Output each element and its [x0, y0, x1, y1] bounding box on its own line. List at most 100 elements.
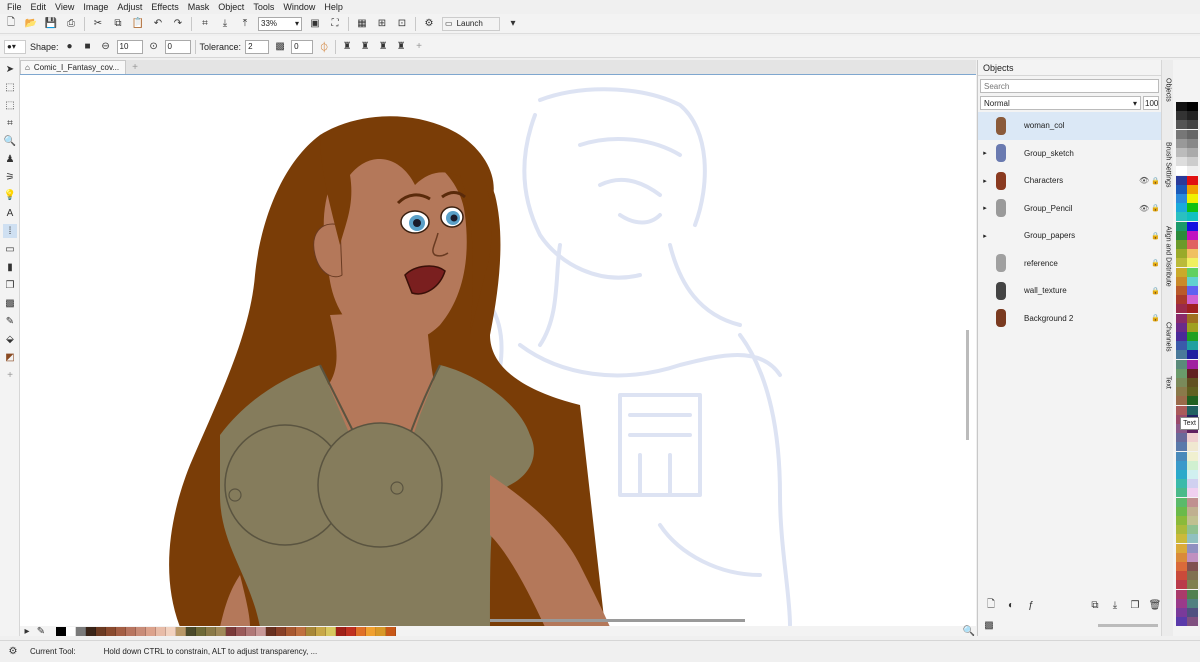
palette-color-swatch[interactable]: [1176, 332, 1187, 341]
palette-color-swatch[interactable]: [1187, 276, 1198, 286]
palette-color-swatch[interactable]: [1176, 175, 1187, 185]
palette-color-swatch[interactable]: [1176, 111, 1187, 121]
palette-menu-icon[interactable]: ▸: [20, 624, 34, 638]
palette-color-swatch[interactable]: [1187, 212, 1198, 222]
add-tool-icon[interactable]: +: [3, 368, 17, 382]
layer-row[interactable]: ▸ Group_papers 🔒: [978, 222, 1161, 250]
palette-eyedropper-icon[interactable]: ✎: [34, 624, 48, 638]
palette-color-swatch[interactable]: [1187, 359, 1198, 369]
palette-color-swatch[interactable]: [1187, 295, 1198, 305]
palette-color-swatch[interactable]: [1187, 405, 1198, 415]
delete-trash-icon[interactable]: 🗑: [1148, 598, 1162, 612]
expand-arrow-icon[interactable]: ▸: [978, 149, 992, 157]
menu-help[interactable]: Help: [324, 2, 343, 12]
fill-tool-icon[interactable]: ⬙: [3, 332, 17, 346]
bulb-icon[interactable]: 💡: [3, 188, 17, 202]
layer-row[interactable]: wall_texture 🔒: [978, 277, 1161, 305]
palette-color-swatch[interactable]: [1187, 304, 1198, 314]
pick-tool-icon[interactable]: ➤: [3, 62, 17, 76]
palette-color-swatch[interactable]: [1187, 166, 1198, 176]
mask-transform-icon[interactable]: ⬚: [3, 98, 17, 112]
palette-color-swatch[interactable]: [1176, 157, 1187, 167]
palette-color-swatch[interactable]: [1187, 608, 1198, 617]
palette-color-swatch[interactable]: [1176, 148, 1187, 157]
lock-icon[interactable]: 🔒: [1151, 177, 1161, 185]
palette-color-swatch[interactable]: [1187, 396, 1198, 406]
palette-color-swatch[interactable]: [1176, 571, 1187, 581]
menu-edit[interactable]: Edit: [31, 2, 47, 12]
palette-color-swatch[interactable]: [1176, 258, 1187, 268]
color-swatch[interactable]: [226, 626, 236, 636]
opacity-input[interactable]: 100: [1143, 96, 1159, 110]
palette-color-swatch[interactable]: [1176, 359, 1187, 369]
palette-color-swatch[interactable]: [1176, 460, 1187, 470]
layers-search-input[interactable]: Search: [980, 79, 1159, 93]
menu-effects[interactable]: Effects: [151, 2, 178, 12]
crop-icon[interactable]: ⌗: [198, 17, 212, 31]
visibility-eye-icon[interactable]: 👁: [1139, 204, 1151, 213]
palette-color-swatch[interactable]: [1187, 543, 1198, 553]
menu-object[interactable]: Object: [218, 2, 244, 12]
transparency-input[interactable]: 0: [291, 39, 314, 54]
show-grid-icon[interactable]: ▦: [355, 17, 369, 31]
menu-adjust[interactable]: Adjust: [117, 2, 142, 12]
blend-mode-select[interactable]: Normal ▾: [980, 96, 1141, 110]
horizontal-scrollbar[interactable]: [490, 619, 745, 622]
brush-preset-picker[interactable]: ●▾: [4, 39, 26, 54]
lock-icon[interactable]: 🔒: [1151, 314, 1161, 322]
menu-tools[interactable]: Tools: [253, 2, 274, 12]
palette-color-swatch[interactable]: [1176, 562, 1187, 571]
palette-color-swatch[interactable]: [1176, 368, 1187, 378]
palette-color-swatch[interactable]: [1176, 598, 1187, 608]
effects-icon[interactable]: ƒ: [1024, 598, 1038, 612]
palette-color-swatch[interactable]: [1187, 138, 1198, 148]
symmetry-icon[interactable]: ⏀: [317, 40, 331, 54]
save-icon[interactable]: 💾: [44, 17, 58, 31]
lock-icon[interactable]: 🔒: [1151, 287, 1161, 295]
palette-color-swatch[interactable]: [1176, 350, 1187, 360]
color-swatch[interactable]: [106, 626, 116, 636]
palette-color-swatch[interactable]: [1187, 249, 1198, 259]
palette-color-swatch[interactable]: [1187, 488, 1198, 498]
palette-color-swatch[interactable]: [1176, 276, 1187, 286]
color-swatch-icon[interactable]: ◩: [3, 350, 17, 364]
menu-mask[interactable]: Mask: [188, 2, 210, 12]
export-icon[interactable]: ⤒: [238, 17, 252, 31]
paint-tool-icon[interactable]: ⁞: [3, 224, 17, 238]
palette-color-swatch[interactable]: [1176, 184, 1187, 194]
palette-color-swatch[interactable]: [1187, 341, 1198, 351]
checker-icon[interactable]: ▩: [982, 618, 996, 632]
palette-color-swatch[interactable]: [1176, 304, 1187, 314]
lock-icon[interactable]: 🔒: [1151, 259, 1161, 267]
palette-color-swatch[interactable]: [1187, 102, 1198, 111]
palette-color-swatch[interactable]: [1176, 451, 1187, 461]
palette-color-swatch[interactable]: [1176, 552, 1187, 562]
palette-color-swatch[interactable]: [1176, 470, 1187, 479]
palette-color-swatch[interactable]: [1176, 378, 1187, 387]
eyedropper-icon[interactable]: ♟: [3, 152, 17, 166]
palette-color-swatch[interactable]: [1187, 322, 1198, 332]
zoom-to-fit-icon[interactable]: ▣: [308, 17, 322, 31]
color-swatch[interactable]: [306, 626, 316, 636]
lock-icon[interactable]: 🔒: [1151, 232, 1161, 240]
color-swatch[interactable]: [326, 626, 336, 636]
palette-color-swatch[interactable]: [1176, 589, 1187, 599]
color-swatch[interactable]: [126, 626, 136, 636]
layer-row[interactable]: ▸ Group_Pencil 👁 🔒: [978, 195, 1161, 223]
add-plus-icon[interactable]: +: [412, 40, 426, 54]
copy-icon[interactable]: ⧉: [111, 17, 125, 31]
new-document-icon[interactable]: 🗋: [4, 17, 18, 31]
open-folder-icon[interactable]: 📂: [24, 17, 38, 31]
palette-color-swatch[interactable]: [1187, 194, 1198, 203]
palette-color-swatch[interactable]: [1176, 543, 1187, 553]
palette-color-swatch[interactable]: [1187, 534, 1198, 544]
color-swatch[interactable]: [156, 626, 166, 636]
color-swatch[interactable]: [376, 626, 386, 636]
new-mask-icon[interactable]: ◐: [1004, 598, 1018, 612]
tolerance-input[interactable]: 2: [245, 39, 270, 54]
layer-row[interactable]: reference 🔒: [978, 250, 1161, 278]
color-swatch[interactable]: [236, 626, 246, 636]
full-screen-icon[interactable]: ⛶: [328, 17, 342, 31]
color-swatch[interactable]: [196, 626, 206, 636]
palette-color-swatch[interactable]: [1187, 111, 1198, 121]
